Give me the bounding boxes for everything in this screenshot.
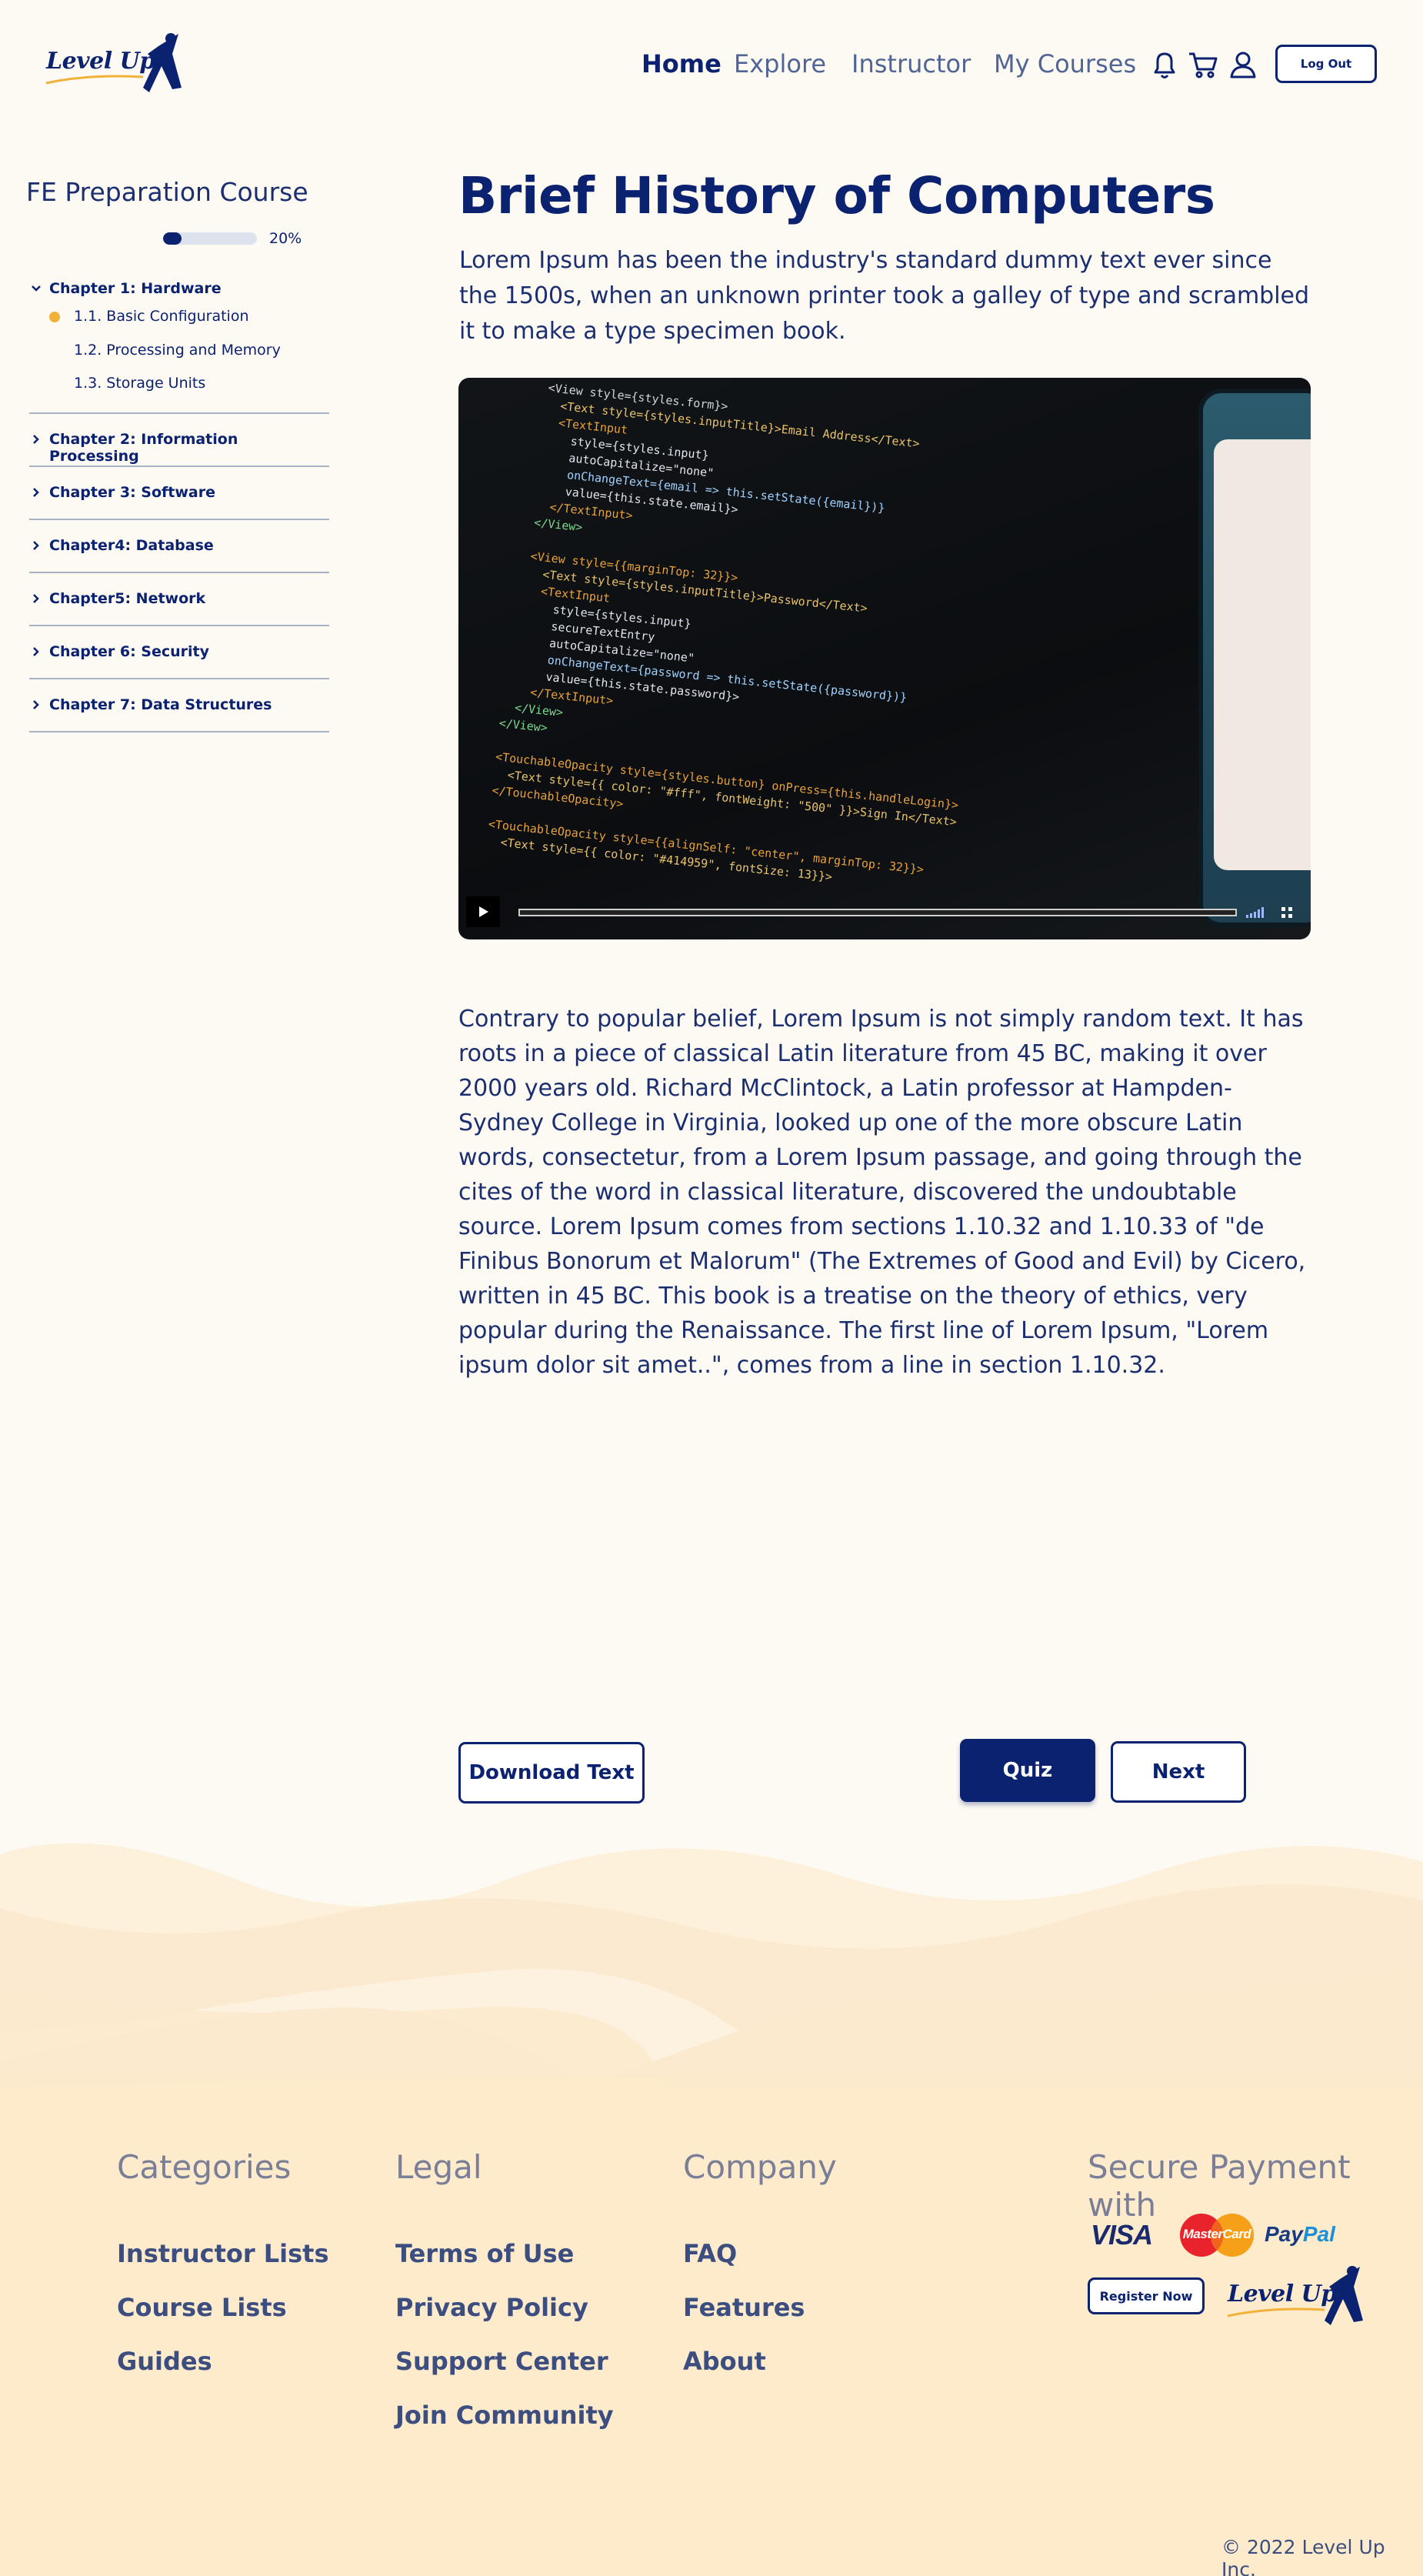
chapter-4[interactable]: Chapter4: Database bbox=[29, 520, 329, 573]
logo-figure-icon bbox=[45, 33, 182, 92]
footer-link-terms[interactable]: Terms of Use bbox=[395, 2239, 574, 2268]
footer-link-support[interactable]: Support Center bbox=[395, 2347, 608, 2376]
chevron-right-icon[interactable] bbox=[29, 645, 43, 659]
footer-link-privacy[interactable]: Privacy Policy bbox=[395, 2293, 588, 2322]
cart-icon[interactable] bbox=[1186, 48, 1220, 82]
chapter-6[interactable]: Chapter 6: Security bbox=[29, 626, 329, 679]
nav-instructor[interactable]: Instructor bbox=[851, 49, 971, 78]
footer-link-join-community[interactable]: Join Community bbox=[395, 2401, 614, 2430]
footer-link-faq[interactable]: FAQ bbox=[683, 2239, 737, 2268]
footer-heading-legal: Legal bbox=[395, 2148, 482, 2186]
footer-heading-categories: Categories bbox=[117, 2148, 292, 2186]
footer-link-instructor-lists[interactable]: Instructor Lists bbox=[117, 2239, 329, 2268]
logo[interactable]: Level Up bbox=[43, 31, 182, 97]
chevron-right-icon[interactable] bbox=[29, 698, 43, 712]
footer-heading-payment: Secure Payment with bbox=[1088, 2148, 1351, 2224]
course-progress-label: 20% bbox=[269, 230, 302, 247]
chapter-label[interactable]: Chapter4: Database bbox=[49, 537, 214, 554]
user-icon[interactable] bbox=[1226, 48, 1260, 82]
chapter-label[interactable]: Chapter 6: Security bbox=[49, 643, 209, 660]
paypal-logo-icon: PayPal bbox=[1265, 2222, 1335, 2246]
play-icon bbox=[479, 906, 488, 917]
course-progress-bar bbox=[163, 232, 257, 245]
page-title: Brief History of Computers bbox=[458, 166, 1215, 225]
footer-link-about[interactable]: About bbox=[683, 2347, 766, 2376]
register-now-button[interactable]: Register Now bbox=[1088, 2277, 1205, 2314]
download-text-button[interactable]: Download Text bbox=[458, 1742, 645, 1804]
footer-link-features[interactable]: Features bbox=[683, 2293, 805, 2322]
course-progress-fill bbox=[163, 232, 182, 245]
fullscreen-icon[interactable] bbox=[1281, 907, 1292, 918]
chapter-label[interactable]: Chapter 3: Software bbox=[49, 484, 215, 501]
logout-button[interactable]: Log Out bbox=[1275, 45, 1377, 83]
chapter-3[interactable]: Chapter 3: Software bbox=[29, 467, 329, 520]
footer-link-course-lists[interactable]: Course Lists bbox=[117, 2293, 287, 2322]
footer-logo[interactable]: Level Up bbox=[1225, 2264, 1363, 2330]
play-button[interactable] bbox=[466, 896, 500, 927]
video-frame-code: <View style={styles.form}> <Text style={… bbox=[486, 378, 998, 898]
footer-link-guides[interactable]: Guides bbox=[117, 2347, 212, 2376]
chevron-right-icon[interactable] bbox=[29, 486, 43, 499]
chevron-right-icon[interactable] bbox=[29, 539, 43, 552]
body-text: Contrary to popular belief, Lorem Ipsum … bbox=[458, 1006, 1306, 1379]
video-scrubber[interactable] bbox=[518, 909, 1237, 916]
chevron-right-icon[interactable] bbox=[29, 432, 43, 446]
lesson-1-2[interactable]: 1.2. Processing and Memory bbox=[74, 342, 281, 359]
visa-logo-icon: VISA bbox=[1091, 2219, 1153, 2251]
lesson-1-3[interactable]: 1.3. Storage Units bbox=[74, 375, 205, 392]
nav-my-courses[interactable]: My Courses bbox=[994, 49, 1136, 78]
video-player[interactable]: <View style={styles.form}> <Text style={… bbox=[458, 378, 1311, 939]
current-lesson-dot bbox=[49, 312, 60, 322]
video-frame-phone bbox=[1198, 389, 1311, 927]
quiz-button[interactable]: Quiz bbox=[960, 1739, 1095, 1802]
chapter-label[interactable]: Chapter 7: Data Structures bbox=[49, 696, 272, 713]
mastercard-label: MasterCard bbox=[1182, 2227, 1251, 2241]
chapter-5[interactable]: Chapter5: Network bbox=[29, 573, 329, 626]
chapter-1[interactable]: Chapter 1: Hardware 1.1. Basic Configura… bbox=[29, 263, 329, 414]
next-button[interactable]: Next bbox=[1111, 1741, 1246, 1803]
logo-figure-icon bbox=[1227, 2266, 1363, 2325]
copyright: © 2022 Level Up Inc. bbox=[1221, 2536, 1385, 2576]
nav-explore[interactable]: Explore bbox=[734, 49, 826, 78]
course-title: FE Preparation Course bbox=[26, 177, 308, 207]
lesson-1-1[interactable]: 1.1. Basic Configuration bbox=[74, 308, 249, 325]
chapter-2[interactable]: Chapter 2: Information Processing bbox=[29, 414, 329, 467]
chapter-7[interactable]: Chapter 7: Data Structures bbox=[29, 679, 329, 732]
nav-home[interactable]: Home bbox=[642, 49, 721, 78]
chevron-down-icon[interactable] bbox=[29, 282, 43, 295]
footer-heading-company: Company bbox=[683, 2148, 837, 2186]
chapter-label[interactable]: Chapter 2: Information Processing bbox=[49, 431, 329, 465]
chevron-right-icon[interactable] bbox=[29, 592, 43, 606]
intro-text: Lorem Ipsum has been the industry's stan… bbox=[459, 247, 1310, 345]
chapter-label[interactable]: Chapter 1: Hardware bbox=[49, 280, 222, 297]
bell-icon[interactable] bbox=[1148, 48, 1181, 82]
chapter-label[interactable]: Chapter5: Network bbox=[49, 590, 205, 607]
volume-icon[interactable] bbox=[1246, 907, 1266, 918]
